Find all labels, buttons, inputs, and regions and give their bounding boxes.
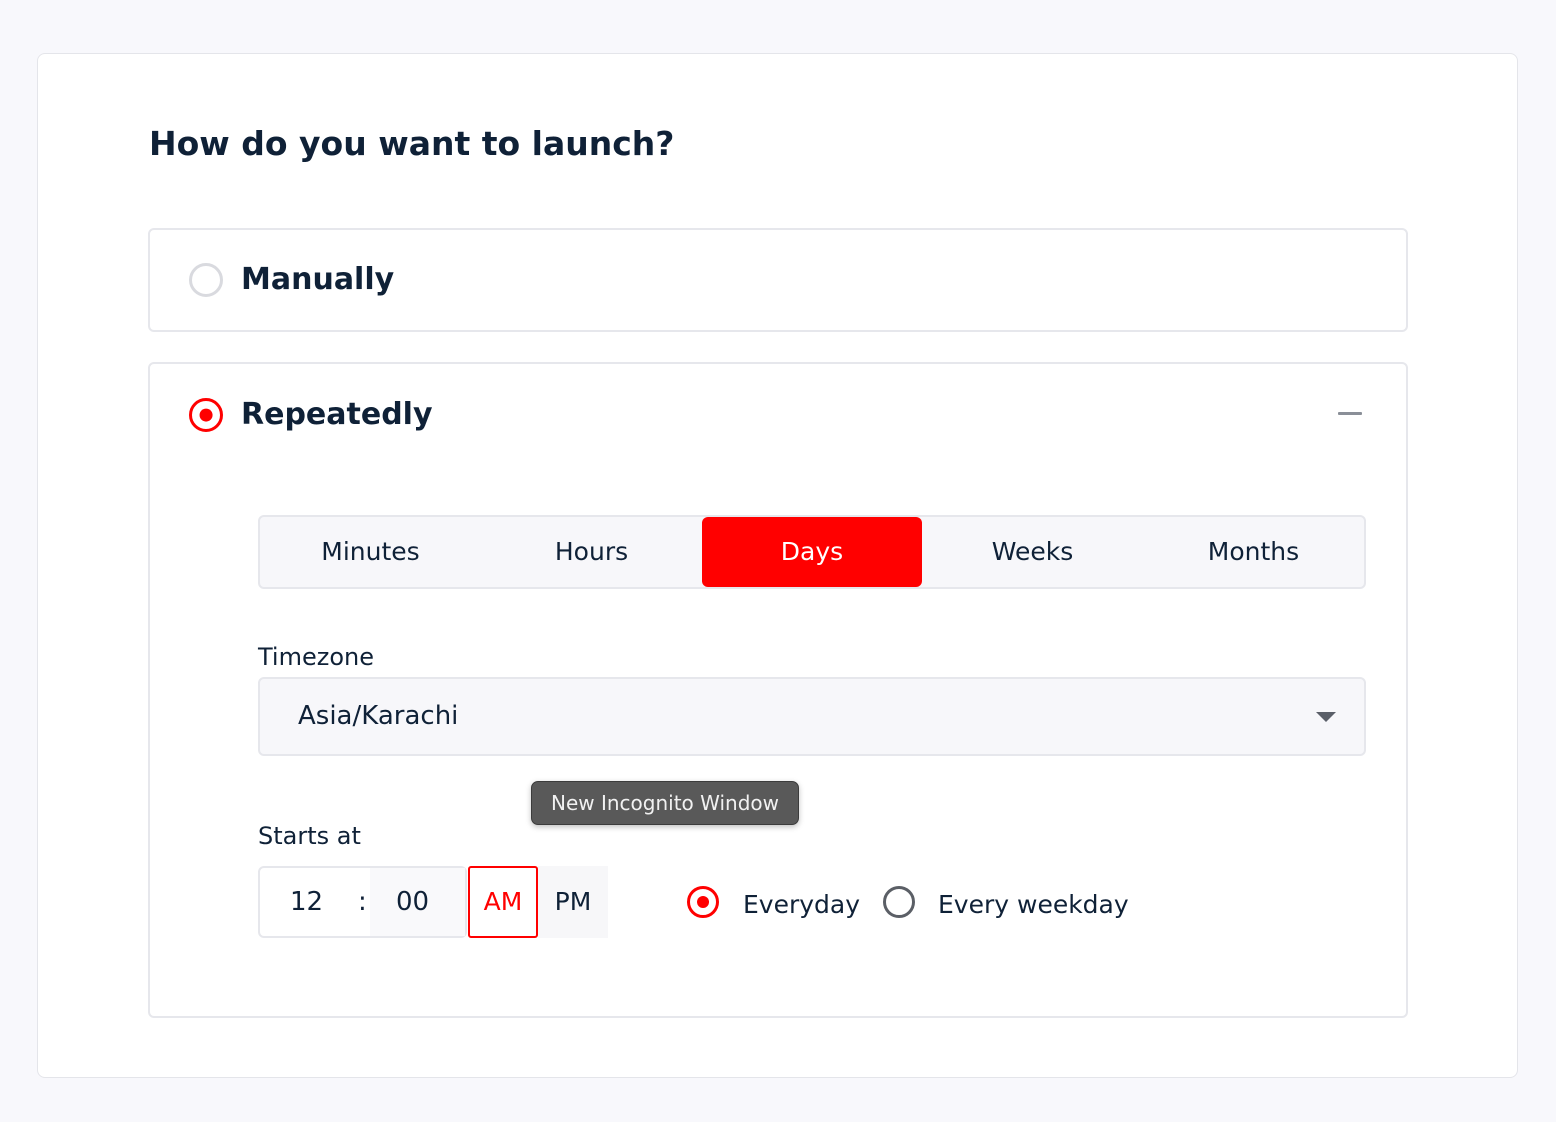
- launch-option-repeatedly: Repeatedly Minutes Hours Days Weeks Mont…: [148, 362, 1408, 1018]
- time-separator: :: [358, 887, 367, 917]
- am-button[interactable]: AM: [468, 866, 538, 938]
- every-weekday-radio[interactable]: [883, 886, 915, 918]
- tab-days[interactable]: Days: [702, 517, 922, 587]
- every-weekday-label[interactable]: Every weekday: [938, 888, 1129, 922]
- minus-icon[interactable]: [1338, 412, 1362, 415]
- pm-button[interactable]: PM: [538, 866, 608, 938]
- starts-at-label: Starts at: [258, 822, 361, 850]
- launch-option-manually[interactable]: Manually: [148, 228, 1408, 332]
- timezone-value: Asia/Karachi: [298, 701, 459, 731]
- tab-weeks[interactable]: Weeks: [922, 517, 1143, 587]
- minute-field[interactable]: 00: [396, 868, 429, 936]
- tab-hours[interactable]: Hours: [481, 517, 702, 587]
- timezone-select[interactable]: Asia/Karachi: [258, 677, 1366, 756]
- repeatedly-label[interactable]: Repeatedly: [241, 395, 433, 435]
- interval-tabs: Minutes Hours Days Weeks Months: [258, 515, 1366, 589]
- everyday-label[interactable]: Everyday: [743, 888, 860, 922]
- tab-months[interactable]: Months: [1143, 517, 1364, 587]
- hour-field[interactable]: 12: [290, 868, 323, 936]
- everyday-radio[interactable]: [687, 886, 719, 918]
- manually-radio[interactable]: [189, 263, 223, 297]
- timezone-label: Timezone: [258, 643, 374, 671]
- caret-down-icon[interactable]: [1316, 712, 1336, 722]
- time-input: 12 : 00: [258, 866, 467, 938]
- repeatedly-radio[interactable]: [189, 398, 223, 432]
- page-title: How do you want to launch?: [149, 124, 675, 163]
- manually-label[interactable]: Manually: [241, 260, 394, 300]
- tooltip: New Incognito Window: [531, 781, 799, 825]
- tab-minutes[interactable]: Minutes: [260, 517, 481, 587]
